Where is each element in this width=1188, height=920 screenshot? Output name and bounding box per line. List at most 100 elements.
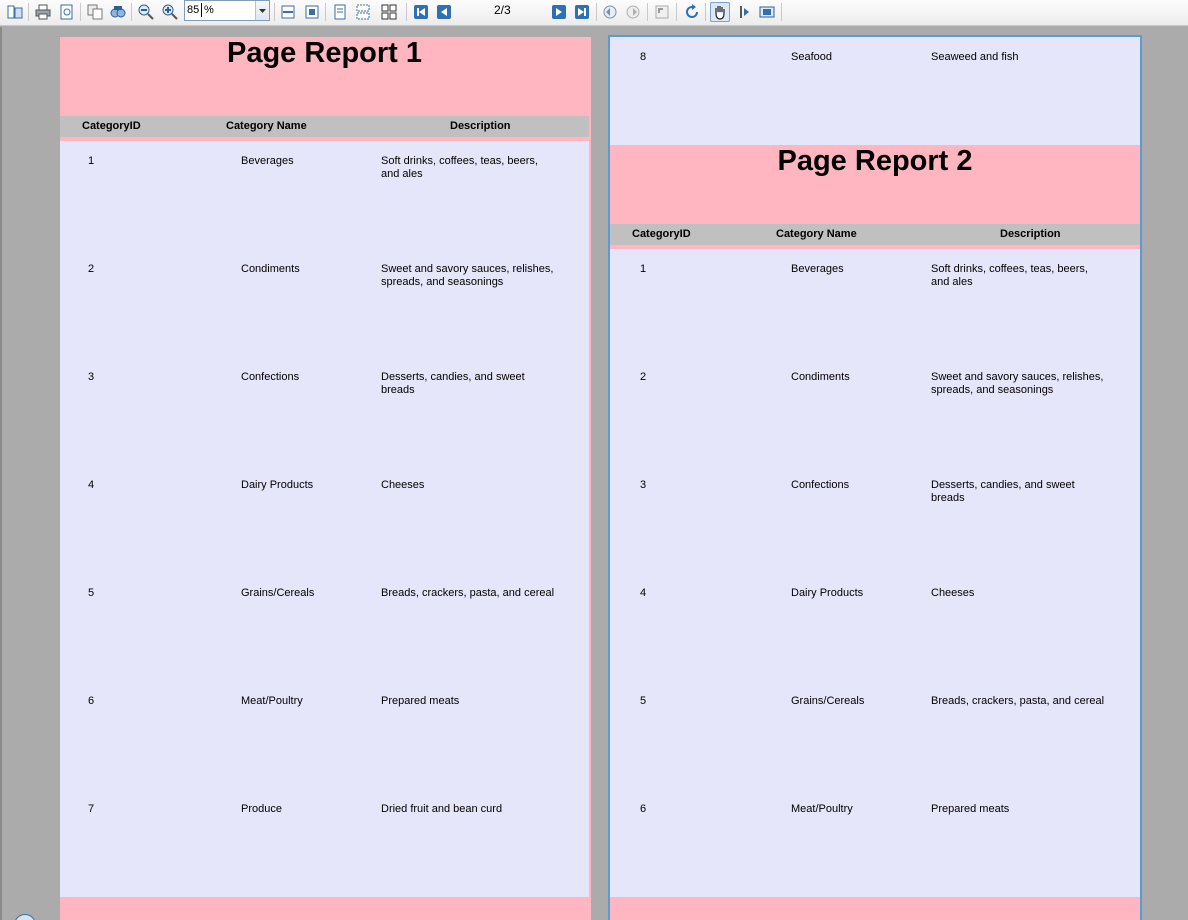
cell-id: 1 bbox=[640, 263, 647, 275]
report-page-2[interactable]: 8 Seafood Seaweed and fish Page Report 2… bbox=[608, 35, 1142, 920]
zoom-input[interactable]: 85 % bbox=[184, 0, 270, 21]
continuous-icon[interactable] bbox=[353, 2, 373, 22]
cell-name: Condiments bbox=[241, 263, 300, 275]
cell-description: Desserts, candies, and sweet breads bbox=[381, 371, 525, 396]
zoom-in-icon[interactable] bbox=[160, 2, 180, 22]
cell-name: Meat/Poultry bbox=[241, 695, 303, 707]
cell-id: 8 bbox=[640, 51, 647, 63]
cell-name: Produce bbox=[241, 803, 282, 815]
previous-page-icon[interactable] bbox=[434, 2, 454, 22]
page-title: Page Report 2 bbox=[777, 145, 973, 177]
column-header-category-name: Category Name bbox=[776, 228, 857, 240]
cell-description: Prepared meats bbox=[931, 803, 1010, 815]
report-page-1: Page Report 1 CategoryID Category Name D… bbox=[60, 37, 591, 920]
copy-icon[interactable] bbox=[85, 2, 105, 22]
column-header-categoryid: CategoryID bbox=[82, 120, 141, 132]
cell-name: Grains/Cereals bbox=[791, 695, 865, 707]
cell-description: Sweet and savory sauces, relishes, sprea… bbox=[381, 263, 554, 288]
cell-description: Prepared meats bbox=[381, 695, 460, 707]
cell-description: Cheeses bbox=[381, 479, 425, 491]
cell-id: 5 bbox=[640, 695, 647, 707]
column-header-category-name: Category Name bbox=[226, 120, 307, 132]
cell-name: Grains/Cereals bbox=[241, 587, 315, 599]
column-header-description: Description bbox=[450, 120, 511, 132]
cell-id: 1 bbox=[88, 155, 95, 167]
table-row: 5 Grains/Cereals Breads, crackers, pasta… bbox=[60, 587, 589, 695]
column-header-categoryid: CategoryID bbox=[632, 228, 691, 240]
zoom-unit: % bbox=[204, 4, 214, 16]
table-row: 4 Dairy Products Cheeses bbox=[60, 479, 589, 587]
table-row: 8 Seafood Seaweed and fish bbox=[610, 51, 1140, 159]
print-icon[interactable] bbox=[33, 2, 53, 22]
cell-id: 6 bbox=[640, 803, 647, 815]
cell-name: Condiments bbox=[791, 371, 850, 383]
cell-name: Beverages bbox=[791, 263, 844, 275]
zoom-out-icon[interactable] bbox=[136, 2, 156, 22]
cell-description: Cheeses bbox=[931, 587, 975, 599]
back-icon[interactable] bbox=[600, 2, 620, 22]
refresh-icon[interactable] bbox=[682, 2, 702, 22]
table-row: 3 Confections Desserts, candies, and swe… bbox=[610, 479, 1140, 587]
fit-width-icon[interactable] bbox=[278, 2, 298, 22]
cell-id: 3 bbox=[88, 371, 95, 383]
snapshot-icon[interactable] bbox=[757, 2, 777, 22]
cell-id: 5 bbox=[88, 587, 95, 599]
column-header-description: Description bbox=[1000, 228, 1061, 240]
zoom-value: 85 bbox=[187, 4, 200, 16]
undo-icon[interactable] bbox=[652, 2, 672, 22]
cell-description: Sweet and savory sauces, relishes, sprea… bbox=[931, 371, 1104, 396]
cell-description: Breads, crackers, pasta, and cereal bbox=[931, 695, 1105, 707]
viewer-toolbar: 85 % 2/3 bbox=[0, 0, 1188, 26]
cell-id: 4 bbox=[88, 479, 95, 491]
page-setup-icon[interactable] bbox=[57, 2, 77, 22]
pan-hand-icon[interactable] bbox=[710, 2, 730, 22]
cell-name: Seafood bbox=[791, 51, 832, 63]
fit-page-icon[interactable] bbox=[302, 2, 322, 22]
report-footer bbox=[60, 897, 589, 920]
chevron-down-icon[interactable] bbox=[255, 1, 269, 20]
cell-name: Beverages bbox=[241, 155, 294, 167]
table-row: 2 Condiments Sweet and savory sauces, re… bbox=[610, 371, 1140, 479]
status-circle-icon bbox=[14, 914, 36, 920]
forward-icon[interactable] bbox=[623, 2, 643, 22]
cell-description: Soft drinks, coffees, teas, beers, and a… bbox=[381, 155, 538, 180]
first-page-icon[interactable] bbox=[411, 2, 431, 22]
single-page-icon[interactable] bbox=[330, 2, 350, 22]
cell-id: 7 bbox=[88, 803, 95, 815]
table-row: 6 Meat/Poultry Prepared meats bbox=[60, 695, 589, 803]
page-title: Page Report 1 bbox=[227, 37, 422, 69]
table-row: 2 Condiments Sweet and savory sauces, re… bbox=[60, 263, 589, 371]
cell-id: 3 bbox=[640, 479, 647, 491]
cell-name: Meat/Poultry bbox=[791, 803, 853, 815]
next-page-icon[interactable] bbox=[549, 2, 569, 22]
report-header: Page Report 1 bbox=[60, 37, 589, 116]
multipage-icon[interactable] bbox=[376, 2, 402, 22]
cell-description: Soft drinks, coffees, teas, beers, and a… bbox=[931, 263, 1088, 288]
left-edge bbox=[0, 27, 2, 920]
column-header-row: CategoryID Category Name Description bbox=[60, 116, 589, 137]
cell-name: Confections bbox=[241, 371, 300, 383]
cell-id: 2 bbox=[640, 371, 647, 383]
table-row: 1 Beverages Soft drinks, coffees, teas, … bbox=[60, 155, 589, 263]
cell-description: Seaweed and fish bbox=[931, 51, 1019, 63]
select-text-icon[interactable] bbox=[734, 2, 754, 22]
table-row: 4 Dairy Products Cheeses bbox=[610, 587, 1140, 695]
cell-name: Dairy Products bbox=[791, 587, 864, 599]
cell-name: Confections bbox=[791, 479, 850, 491]
table-row: 3 Confections Desserts, candies, and swe… bbox=[60, 371, 589, 479]
cell-description: Desserts, candies, and sweet breads bbox=[931, 479, 1075, 504]
cell-id: 2 bbox=[88, 263, 95, 275]
cell-description: Breads, crackers, pasta, and cereal bbox=[381, 587, 555, 599]
document-map-icon[interactable] bbox=[5, 2, 25, 22]
table-row: 5 Grains/Cereals Breads, crackers, pasta… bbox=[610, 695, 1140, 803]
find-icon[interactable] bbox=[108, 2, 128, 22]
cell-id: 6 bbox=[88, 695, 95, 707]
page-indicator[interactable]: 2/3 bbox=[494, 3, 511, 17]
last-page-icon[interactable] bbox=[572, 2, 592, 22]
cell-name: Dairy Products bbox=[241, 479, 314, 491]
table-row: 1 Beverages Soft drinks, coffees, teas, … bbox=[610, 263, 1140, 371]
table-row: 7 Produce Dried fruit and bean curd bbox=[60, 803, 589, 911]
report-header: Page Report 2 bbox=[610, 145, 1140, 224]
report-footer bbox=[610, 897, 1140, 920]
cell-id: 4 bbox=[640, 587, 647, 599]
